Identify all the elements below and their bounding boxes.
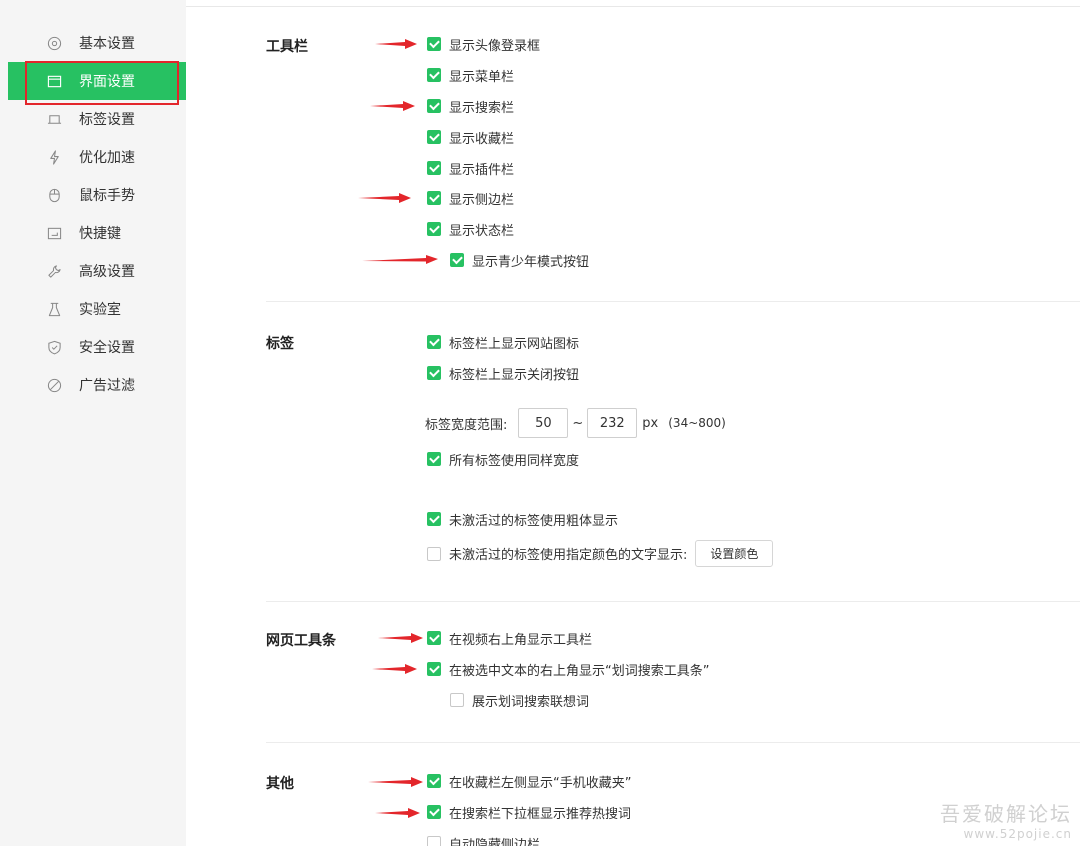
- option-selection-search-toolbar[interactable]: 在被选中文本的右上角显示“划词搜索工具条”: [427, 659, 709, 679]
- flask-icon: [46, 301, 62, 317]
- option-show-plugin-bar[interactable]: 显示插件栏: [427, 158, 514, 178]
- checkbox[interactable]: [427, 335, 441, 349]
- sidebar-item-ad-filter[interactable]: 广告过滤: [8, 366, 186, 404]
- checkbox[interactable]: [427, 99, 441, 113]
- sidebar-item-label: 界面设置: [79, 74, 135, 90]
- section-title-tabs: 标签: [266, 336, 294, 352]
- gear-icon: [46, 35, 62, 51]
- checkbox[interactable]: [427, 546, 441, 561]
- option-video-toolbar[interactable]: 在视频右上角显示工具栏: [427, 628, 592, 648]
- sidebar-item-label: 标签设置: [79, 112, 135, 128]
- checkbox[interactable]: [427, 130, 441, 144]
- block-icon: [46, 377, 62, 393]
- sidebar-item-tab-settings[interactable]: 标签设置: [8, 100, 186, 138]
- lightning-icon: [46, 149, 62, 165]
- keyboard-icon: [46, 225, 62, 241]
- unit-label: px: [642, 415, 659, 431]
- watermark-url: www.52pojie.cn: [963, 827, 1072, 841]
- range-separator: ~: [572, 415, 584, 431]
- checkbox[interactable]: [427, 366, 441, 380]
- checkbox[interactable]: [450, 693, 464, 707]
- arrow-annotation-icon: [375, 39, 417, 49]
- sidebar-item-label: 优化加速: [79, 150, 135, 166]
- option-tab-show-favicon[interactable]: 标签栏上显示网站图标: [427, 332, 579, 352]
- option-tab-show-close-button[interactable]: 标签栏上显示关闭按钮: [427, 363, 579, 383]
- section-title-other: 其他: [266, 776, 294, 792]
- sidebar-item-label: 鼠标手势: [79, 188, 135, 204]
- sidebar-item-label: 快捷键: [79, 226, 121, 242]
- option-label: 未激活过的标签使用指定颜色的文字显示:: [449, 548, 688, 563]
- checkbox[interactable]: [427, 68, 441, 82]
- option-show-status-bar[interactable]: 显示状态栏: [427, 219, 514, 239]
- arrow-annotation-icon: [362, 255, 438, 264]
- sidebar-item-lab[interactable]: 实验室: [8, 290, 186, 328]
- sidebar-item-label: 高级设置: [79, 264, 135, 280]
- tab-width-max-input[interactable]: [587, 408, 638, 438]
- watermark-text: 吾爱破解论坛: [940, 802, 1072, 826]
- option-show-menu-bar[interactable]: 显示菜单栏: [427, 65, 514, 85]
- range-hint: (34~800): [668, 416, 726, 430]
- top-divider: [186, 6, 1080, 7]
- watermark: 吾爱破解论坛 www.52pojie.cn: [940, 798, 1072, 841]
- checkbox[interactable]: [427, 191, 441, 205]
- sidebar-item-optimize[interactable]: 优化加速: [8, 138, 186, 176]
- sidebar-item-label: 安全设置: [79, 340, 135, 356]
- sidebar-item-mouse-gesture[interactable]: 鼠标手势: [8, 176, 186, 214]
- tab-width-range: 标签宽度范围: ~ px (34~800): [425, 408, 726, 438]
- option-show-side-bar[interactable]: 显示侧边栏: [427, 188, 514, 208]
- checkbox[interactable]: [427, 836, 441, 846]
- tab-width-label: 标签宽度范围:: [425, 417, 508, 433]
- shield-icon: [46, 339, 62, 355]
- sidebar-item-label: 实验室: [79, 302, 121, 318]
- checkbox[interactable]: [427, 222, 441, 236]
- sidebar-item-advanced[interactable]: 高级设置: [8, 252, 186, 290]
- sidebar-item-shortcuts[interactable]: 快捷键: [8, 214, 186, 252]
- option-hot-search-words[interactable]: 在搜索栏下拉框显示推荐热搜词: [427, 802, 631, 822]
- option-show-teen-mode-button[interactable]: 显示青少年模式按钮: [450, 250, 589, 270]
- checkbox[interactable]: [427, 774, 441, 788]
- arrow-annotation-icon: [375, 808, 420, 818]
- option-show-avatar-login[interactable]: 显示头像登录框: [427, 34, 540, 54]
- sidebar-item-security[interactable]: 安全设置: [8, 328, 186, 366]
- set-color-button[interactable]: 设置颜色: [695, 540, 774, 567]
- mouse-icon: [46, 187, 62, 203]
- arrow-annotation-icon: [358, 193, 411, 203]
- wrench-icon: [46, 263, 62, 279]
- checkbox[interactable]: [427, 512, 441, 526]
- option-show-search-bar[interactable]: 显示搜索栏: [427, 96, 514, 116]
- option-inactive-tab-bold[interactable]: 未激活过的标签使用粗体显示: [427, 509, 618, 529]
- option-inactive-tab-color: 未激活过的标签使用指定颜色的文字显示: 设置颜色: [427, 540, 774, 567]
- checkbox[interactable]: [427, 662, 441, 676]
- checkbox[interactable]: [427, 805, 441, 819]
- option-auto-hide-sidebar[interactable]: 自动隐藏侧边栏: [427, 833, 540, 846]
- checkbox[interactable]: [427, 161, 441, 175]
- option-show-favorites-bar[interactable]: 显示收藏栏: [427, 127, 514, 147]
- checkbox[interactable]: [450, 253, 464, 267]
- section-divider: [266, 301, 1080, 302]
- section-title-webpage-toolbar: 网页工具条: [266, 633, 336, 649]
- sidebar-item-label: 广告过滤: [79, 378, 135, 394]
- checkbox[interactable]: [427, 452, 441, 466]
- tab-width-min-input[interactable]: [518, 408, 569, 438]
- arrow-annotation-icon: [370, 101, 415, 111]
- checkbox[interactable]: [427, 631, 441, 645]
- sidebar-item-basic-settings[interactable]: 基本设置: [8, 24, 186, 62]
- tab-icon: [46, 111, 62, 127]
- arrow-annotation-icon: [378, 633, 423, 643]
- sidebar-item-label: 基本设置: [79, 36, 135, 52]
- arrow-annotation-icon: [368, 777, 423, 787]
- option-selection-suggestions[interactable]: 展示划词搜索联想词: [450, 690, 589, 710]
- sidebar-item-ui-settings[interactable]: 界面设置: [8, 61, 186, 105]
- option-mobile-favorites[interactable]: 在收藏栏左侧显示“手机收藏夹”: [427, 771, 631, 791]
- checkbox[interactable]: [427, 37, 441, 51]
- window-icon: [46, 73, 62, 89]
- option-tab-same-width[interactable]: 所有标签使用同样宽度: [427, 449, 579, 469]
- section-divider: [266, 601, 1080, 602]
- sidebar: 基本设置 界面设置 标签设置 优化加速 鼠标手势 快捷键 高级设置 实验室 安全…: [0, 0, 186, 846]
- section-title-toolbar: 工具栏: [266, 39, 308, 55]
- section-divider: [266, 742, 1080, 743]
- arrow-annotation-icon: [372, 664, 417, 674]
